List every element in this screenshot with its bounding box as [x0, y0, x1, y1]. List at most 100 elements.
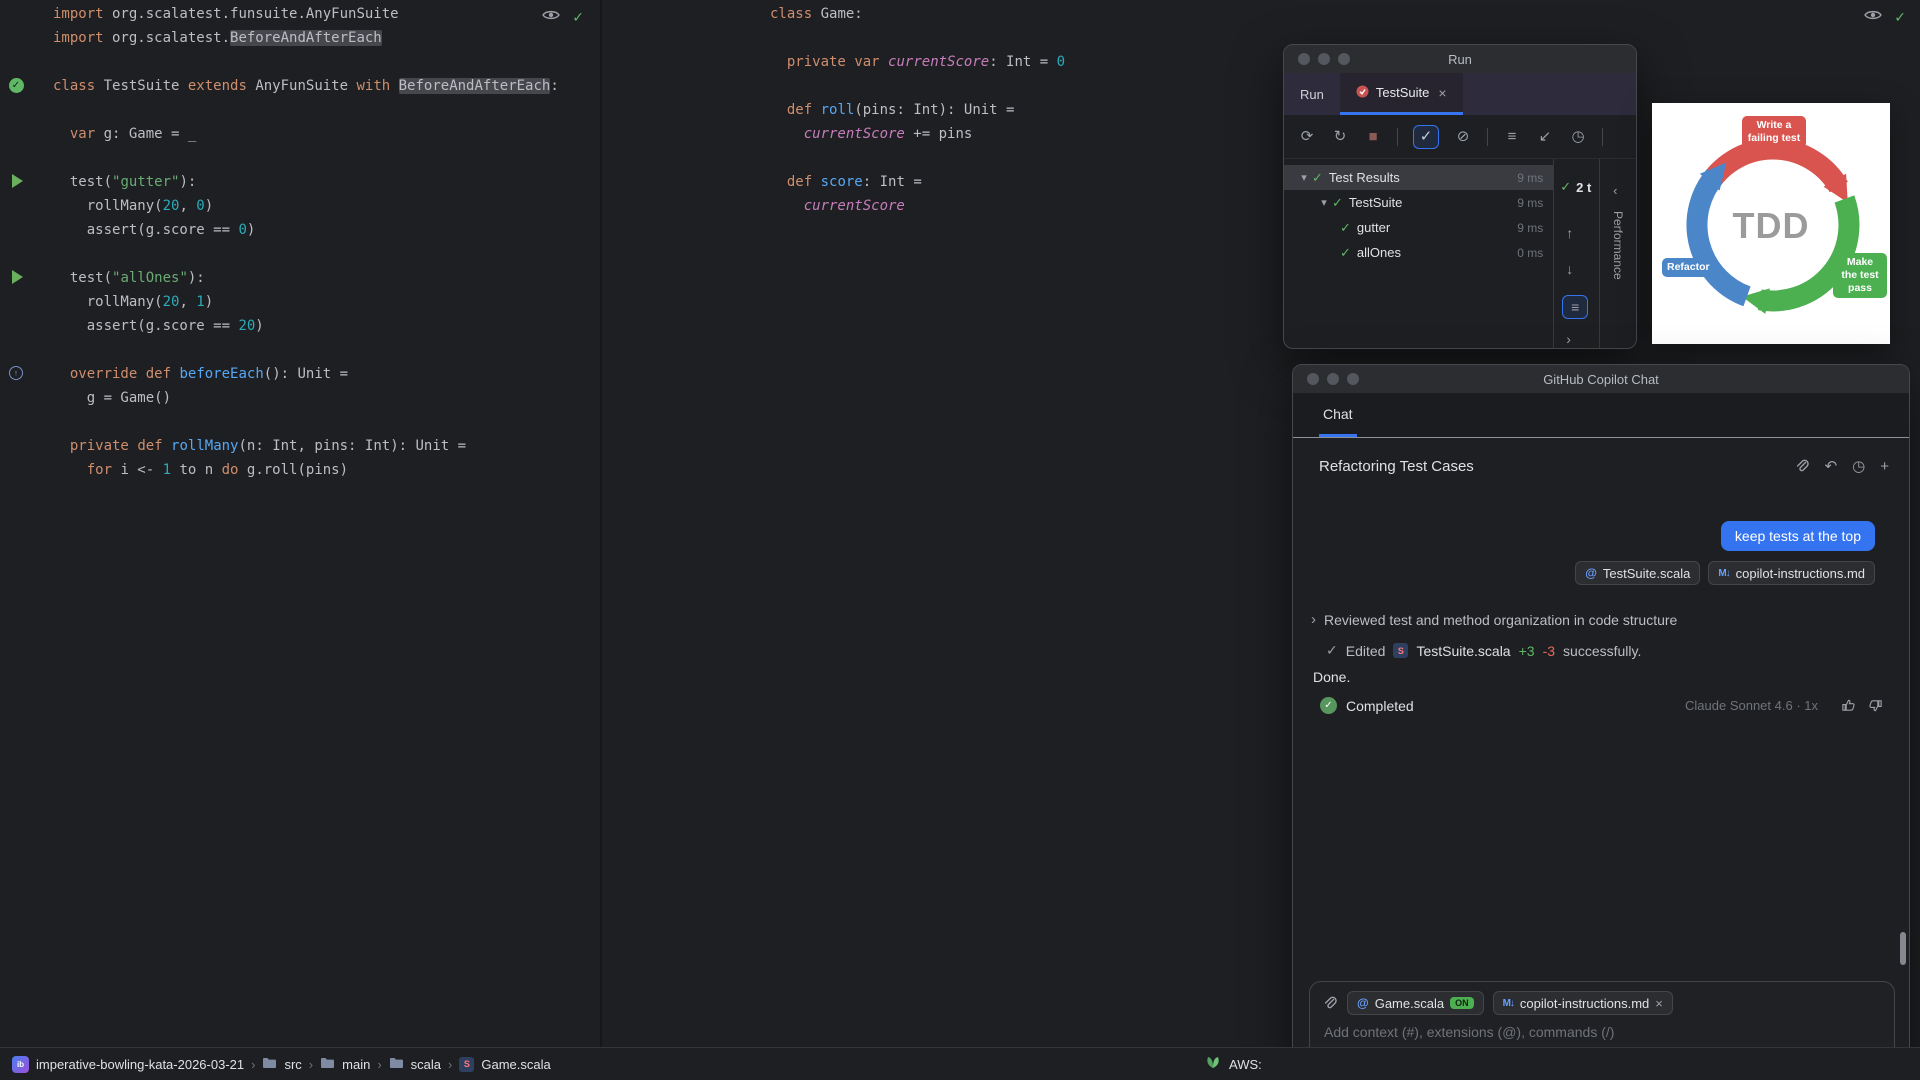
attach-icon[interactable]: [1794, 458, 1810, 474]
tab-testsuite[interactable]: TestSuite ×: [1339, 73, 1463, 115]
folder-icon: [389, 1057, 404, 1072]
check-icon: ✓: [1326, 642, 1338, 658]
close-icon[interactable]: ×: [1438, 85, 1446, 101]
aws-plugin-icon[interactable]: [1205, 1056, 1221, 1073]
override-arrow-icon: ↑: [9, 366, 23, 380]
tab-chat[interactable]: Chat: [1319, 393, 1357, 437]
tree-row-gutter[interactable]: ✓ gutter 9 ms: [1284, 215, 1553, 240]
edited-label: Edited: [1345, 642, 1386, 659]
tree-label: TestSuite: [1348, 195, 1403, 210]
eye-icon[interactable]: [1864, 8, 1883, 26]
paperclip-icon[interactable]: [1322, 995, 1338, 1011]
stop-icon[interactable]: ■: [1364, 129, 1382, 144]
context-chip-instructions-input[interactable]: M↓ copilot-instructions.md ×: [1492, 991, 1673, 1015]
aws-status-label[interactable]: AWS:: [1229, 1057, 1262, 1072]
overriding-method-icon[interactable]: ↑: [8, 365, 24, 381]
tree-row-testsuite[interactable]: ▾ ✓ TestSuite 9 ms: [1284, 190, 1553, 215]
chip-label: copilot-instructions.md: [1735, 565, 1865, 581]
chip-label: Game.scala: [1374, 995, 1445, 1011]
reviewed-step[interactable]: › Reviewed test and method organization …: [1311, 611, 1889, 628]
edited-suffix: successfully.: [1563, 642, 1642, 659]
copilot-window-titlebar[interactable]: GitHub Copilot Chat: [1293, 365, 1909, 393]
close-icon[interactable]: ×: [1655, 996, 1663, 1011]
chevron-right-icon: ›: [448, 1056, 453, 1072]
context-chip-instructions[interactable]: M↓ copilot-instructions.md: [1708, 561, 1875, 585]
check-icon: ✓: [1560, 179, 1572, 194]
ide-window: import org.scalatest.funsuite.AnyFunSuit…: [0, 0, 1920, 1080]
on-badge: ON: [1450, 997, 1474, 1009]
chevron-right-icon: ›: [377, 1056, 382, 1072]
run-window-titlebar[interactable]: Run: [1284, 45, 1636, 73]
breadcrumb-src[interactable]: src: [284, 1057, 301, 1072]
new-chat-icon[interactable]: +: [1880, 458, 1889, 475]
run-tool-window[interactable]: Run Run TestSuite × ⟳ ↻ ■ ✓ ⊘ ≡ ↙ ◷ ▾ ✓ …: [1283, 44, 1637, 349]
next-occurrence-icon[interactable]: ↓: [1566, 261, 1573, 277]
tree-label: gutter: [1356, 220, 1391, 235]
inspection-widget-left[interactable]: ✓: [542, 8, 584, 26]
completed-row: ✓ Completed Claude Sonnet 4.6 · 1x: [1320, 697, 1883, 714]
context-chip-game[interactable]: @ Game.scala ON: [1347, 991, 1484, 1015]
copilot-chat-window[interactable]: GitHub Copilot Chat Chat Refactoring Tes…: [1292, 364, 1910, 1080]
performance-side-tab[interactable]: ‹ Performance: [1599, 159, 1636, 348]
scala-class-icon: @: [1357, 996, 1369, 1010]
game-code[interactable]: class Game: private var currentScore: In…: [604, 2, 1065, 242]
chat-input[interactable]: [1324, 1024, 1844, 1040]
performance-tab-label[interactable]: Performance: [1611, 211, 1625, 280]
no-problems-icon[interactable]: ✓: [572, 9, 584, 26]
context-chip-testsuite[interactable]: @ TestSuite.scala: [1575, 561, 1701, 585]
project-icon[interactable]: ib: [12, 1055, 29, 1073]
no-problems-icon[interactable]: ✓: [1894, 9, 1906, 26]
show-ignored-icon[interactable]: ⊘: [1454, 129, 1472, 144]
rerun-icon[interactable]: ⟳: [1298, 129, 1316, 144]
tree-row-test-results[interactable]: ▾ ✓ Test Results 9 ms: [1284, 165, 1554, 190]
chevron-left-icon[interactable]: ‹: [1613, 183, 1617, 198]
run-toolbar: ⟳ ↻ ■ ✓ ⊘ ≡ ↙ ◷: [1284, 115, 1636, 159]
completed-label: Completed: [1346, 697, 1414, 714]
history-icon[interactable]: ◷: [1852, 457, 1865, 475]
collapse-all-icon[interactable]: ≡: [1503, 129, 1521, 144]
previous-occurrence-icon[interactable]: ↑: [1566, 225, 1573, 241]
chevron-right-icon[interactable]: ›: [1566, 331, 1571, 347]
scalatest-icon: [1356, 85, 1369, 101]
breadcrumb-project[interactable]: imperative-bowling-kata-2026-03-21: [36, 1057, 244, 1072]
editor-testsuite-pane[interactable]: import org.scalatest.funsuite.AnyFunSuit…: [0, 0, 602, 1047]
thread-title: Refactoring Test Cases: [1319, 457, 1474, 475]
inspection-widget-right[interactable]: ✓: [1864, 8, 1906, 26]
run-test-allones-icon[interactable]: [8, 269, 24, 285]
scrollbar-thumb[interactable]: [1900, 932, 1906, 965]
user-message: keep tests at the top: [1720, 521, 1875, 551]
show-passed-icon[interactable]: ✓: [1413, 124, 1439, 149]
window-title: Run: [1448, 51, 1472, 67]
chevron-down-icon[interactable]: ▾: [1296, 171, 1312, 184]
window-title: GitHub Copilot Chat: [1543, 371, 1659, 387]
assistant-done-message: Done.: [1313, 669, 1351, 685]
scala-class-icon: @: [1585, 566, 1597, 580]
eye-icon[interactable]: [542, 8, 561, 26]
thumbs-down-icon[interactable]: [1868, 698, 1883, 713]
run-class-passed-gutter-icon[interactable]: ✓: [8, 77, 24, 93]
tab-label: Run: [1300, 86, 1324, 102]
tdd-step-make-test-pass: Make the test pass: [1833, 253, 1887, 299]
chevron-down-icon[interactable]: ▾: [1316, 196, 1332, 209]
thumbs-up-icon[interactable]: [1841, 698, 1856, 713]
chevron-right-icon[interactable]: ›: [1311, 611, 1316, 628]
undo-icon[interactable]: ↶: [1825, 457, 1838, 475]
breadcrumb-file[interactable]: Game.scala: [481, 1057, 550, 1072]
edited-file-name[interactable]: TestSuite.scala: [1416, 643, 1510, 659]
test-history-icon[interactable]: ◷: [1569, 129, 1587, 144]
import-test-results-icon[interactable]: ↙: [1536, 129, 1554, 144]
tdd-title: TDD: [1732, 205, 1810, 246]
chat-body: Refactoring Test Cases ↶ ◷ + keep tests …: [1293, 457, 1909, 1079]
check-icon: ✓: [8, 77, 24, 93]
breadcrumb-scala[interactable]: scala: [411, 1057, 441, 1072]
testsuite-code[interactable]: import org.scalatest.funsuite.AnyFunSuit…: [0, 2, 559, 482]
diff-removed: -3: [1542, 642, 1556, 659]
play-icon: [12, 270, 23, 284]
tab-run[interactable]: Run: [1284, 73, 1340, 115]
inline-statistics-icon[interactable]: ≡: [1562, 295, 1589, 319]
run-test-gutter-icon[interactable]: [8, 173, 24, 189]
tree-row-allones[interactable]: ✓ allOnes 0 ms: [1284, 240, 1553, 265]
tdd-step-refactor: Refactor: [1662, 258, 1714, 278]
rerun-failed-icon[interactable]: ↻: [1331, 129, 1349, 144]
breadcrumb-main[interactable]: main: [342, 1057, 370, 1072]
